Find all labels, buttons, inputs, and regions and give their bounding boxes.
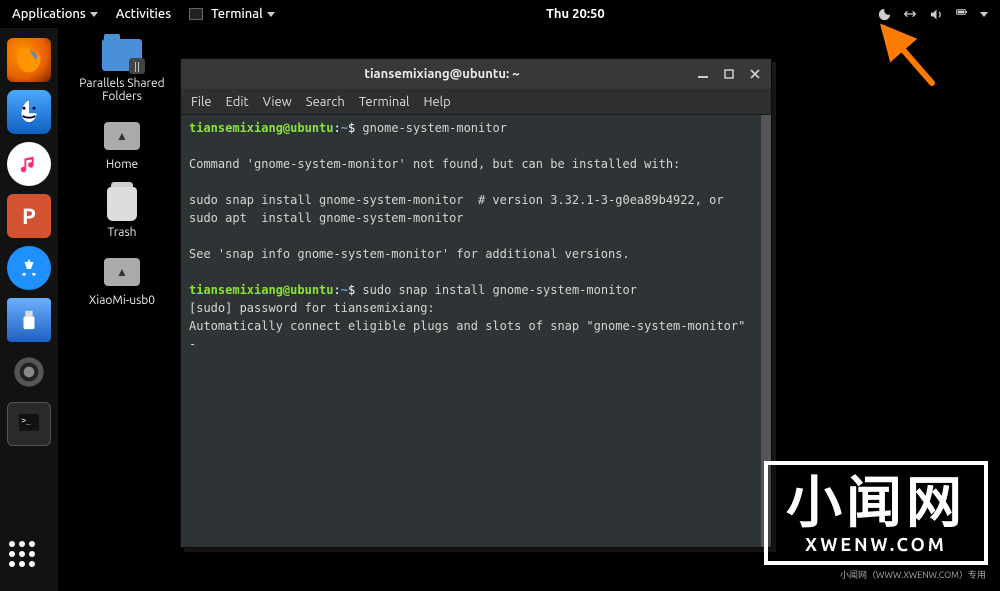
chevron-down-icon bbox=[90, 12, 98, 17]
terminal-topbar-icon bbox=[189, 8, 203, 20]
menu-help[interactable]: Help bbox=[423, 95, 450, 109]
window-title: tiansemixiang@ubuntu: ~ bbox=[189, 67, 695, 81]
applications-menu[interactable]: Applications bbox=[12, 7, 98, 21]
applications-label: Applications bbox=[12, 7, 86, 21]
menu-search[interactable]: Search bbox=[306, 95, 345, 109]
desktop-icon-parallels[interactable]: || Parallels Shared Folders bbox=[72, 36, 172, 103]
dock-music[interactable] bbox=[7, 142, 51, 186]
system-tray bbox=[876, 6, 988, 22]
maximize-button[interactable] bbox=[721, 66, 737, 82]
terminal-menu[interactable]: Terminal bbox=[189, 7, 275, 21]
menu-terminal[interactable]: Terminal bbox=[359, 95, 410, 109]
volume-icon[interactable] bbox=[928, 6, 944, 22]
watermark: 小闻网 XWENW.COM bbox=[764, 461, 988, 565]
dock: P >_ bbox=[0, 28, 58, 591]
clock[interactable]: Thu 20:50 bbox=[275, 7, 876, 21]
dock-appstore[interactable] bbox=[7, 246, 51, 290]
drive-icon bbox=[100, 117, 144, 155]
icon-label: Trash bbox=[107, 226, 136, 239]
dock-firefox[interactable] bbox=[7, 38, 51, 82]
annotation-arrow bbox=[872, 18, 942, 88]
show-applications-button[interactable] bbox=[9, 541, 49, 581]
dock-usb[interactable] bbox=[7, 298, 51, 342]
watermark-subtext: 小闻网（WWW.XWENW.COM）专用 bbox=[840, 568, 986, 581]
desktop-icon-home[interactable]: Home bbox=[72, 117, 172, 171]
folder-icon: || bbox=[100, 36, 144, 74]
menu-edit[interactable]: Edit bbox=[226, 95, 249, 109]
desktop-icons: || Parallels Shared Folders Home Trash X… bbox=[72, 36, 172, 321]
menu-file[interactable]: File bbox=[191, 95, 212, 109]
activities-label: Activities bbox=[116, 7, 171, 21]
desktop-icon-trash[interactable]: Trash bbox=[72, 185, 172, 239]
terminal-menu-label: Terminal bbox=[211, 7, 263, 21]
chevron-down-icon[interactable] bbox=[980, 12, 988, 17]
menu-view[interactable]: View bbox=[263, 95, 292, 109]
dock-powerpoint[interactable]: P bbox=[7, 194, 51, 238]
dock-terminal[interactable]: >_ bbox=[7, 402, 51, 446]
icon-label: Parallels Shared Folders bbox=[72, 77, 172, 103]
dock-settings[interactable] bbox=[7, 350, 51, 394]
icon-label: Home bbox=[106, 158, 138, 171]
svg-text:>_: >_ bbox=[22, 416, 32, 425]
watermark-text-en: XWENW.COM bbox=[786, 535, 966, 555]
minimize-button[interactable] bbox=[695, 66, 711, 82]
terminal-menubar: File Edit View Search Terminal Help bbox=[181, 89, 771, 115]
chevron-down-icon bbox=[267, 12, 275, 17]
activities-button[interactable]: Activities bbox=[116, 7, 171, 21]
dock-finder[interactable] bbox=[7, 90, 51, 134]
top-bar: Applications Activities Terminal Thu 20:… bbox=[0, 0, 1000, 28]
battery-icon[interactable] bbox=[954, 6, 970, 22]
icon-label: XiaoMi-usb0 bbox=[89, 294, 155, 307]
desktop-icon-usb[interactable]: XiaoMi-usb0 bbox=[72, 253, 172, 307]
watermark-text-cn: 小闻网 bbox=[786, 475, 966, 531]
terminal-window: tiansemixiang@ubuntu: ~ File Edit View S… bbox=[180, 58, 772, 548]
drive-icon bbox=[100, 253, 144, 291]
close-button[interactable] bbox=[747, 66, 763, 82]
terminal-titlebar[interactable]: tiansemixiang@ubuntu: ~ bbox=[181, 59, 771, 89]
night-mode-icon[interactable] bbox=[876, 6, 892, 22]
terminal-output[interactable]: tiansemixiang@ubuntu:~$ gnome-system-mon… bbox=[181, 115, 771, 547]
trash-icon bbox=[100, 185, 144, 223]
network-icon[interactable] bbox=[902, 6, 918, 22]
